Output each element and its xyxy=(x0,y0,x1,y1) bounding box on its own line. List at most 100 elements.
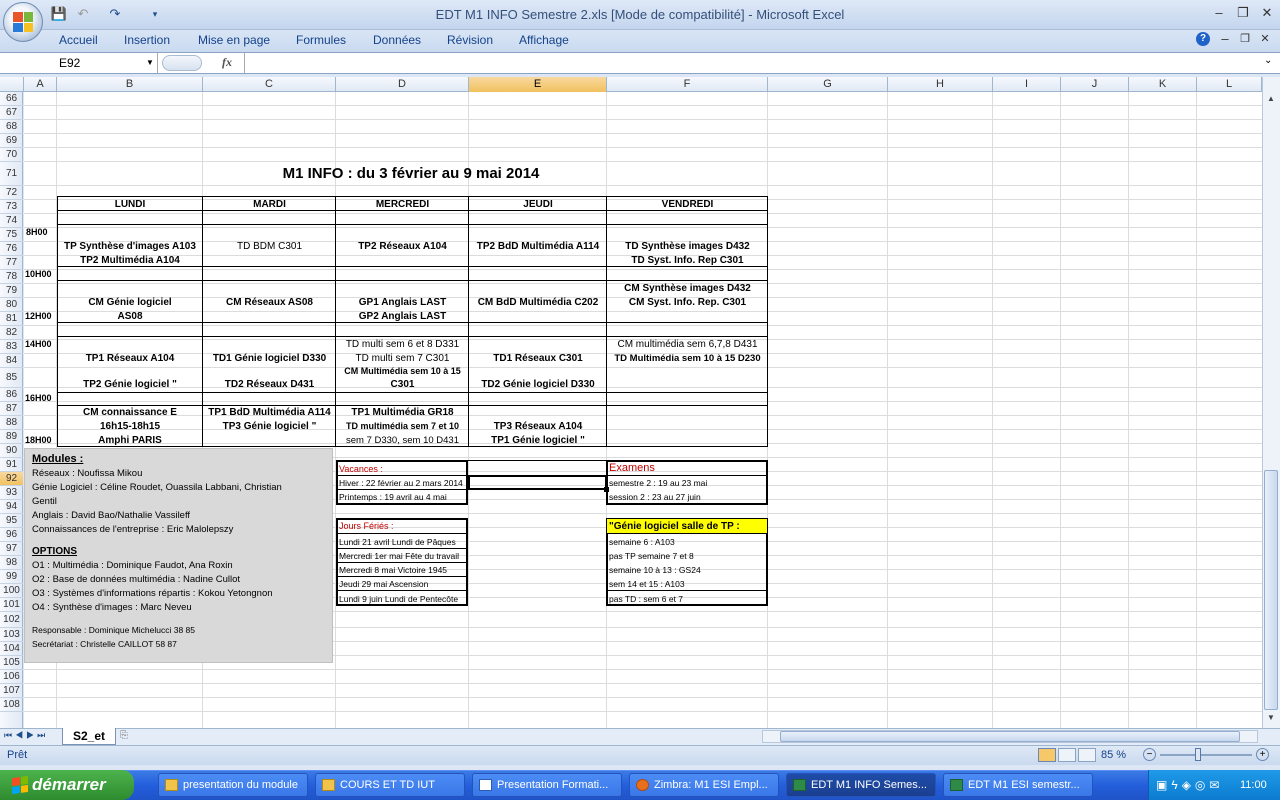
row-header[interactable]: 98 xyxy=(0,556,23,570)
name-box[interactable]: E92 xyxy=(1,53,158,73)
scroll-up-icon[interactable]: ▲ xyxy=(1263,94,1279,108)
row-header[interactable]: 78 xyxy=(0,270,23,284)
tab-donnees[interactable]: Données xyxy=(373,33,421,47)
selected-cell-e92[interactable] xyxy=(468,475,607,490)
normal-view-icon[interactable] xyxy=(1038,748,1056,762)
row-header[interactable]: 106 xyxy=(0,670,23,684)
col-header-h[interactable]: H xyxy=(888,77,993,92)
row-header[interactable]: 101 xyxy=(0,598,23,612)
taskbar-item-edt-info[interactable]: EDT M1 INFO Semes... xyxy=(786,773,936,797)
tab-insertion[interactable]: Insertion xyxy=(124,33,170,47)
row-header[interactable]: 80 xyxy=(0,298,23,312)
row-header[interactable]: 104 xyxy=(0,642,23,656)
row-header[interactable]: 85 xyxy=(0,368,23,388)
taskbar-item-zimbra[interactable]: Zimbra: M1 ESI Empl... xyxy=(629,773,779,797)
row-header[interactable]: 73 xyxy=(0,200,23,214)
row-header[interactable]: 92 xyxy=(0,472,23,486)
close-button[interactable]: ✕ xyxy=(1254,4,1280,22)
row-header[interactable]: 96 xyxy=(0,528,23,542)
row-header[interactable]: 90 xyxy=(0,444,23,458)
row-header[interactable]: 99 xyxy=(0,570,23,584)
col-header-j[interactable]: J xyxy=(1061,77,1129,92)
col-header-i[interactable]: I xyxy=(993,77,1061,92)
row-header[interactable]: 75 xyxy=(0,228,23,242)
insert-function-button[interactable]: fx xyxy=(222,55,232,70)
row-header[interactable]: 89 xyxy=(0,430,23,444)
taskbar-item-cours-td[interactable]: COURS ET TD IUT xyxy=(315,773,465,797)
row-header[interactable]: 103 xyxy=(0,628,23,642)
row-header[interactable]: 108 xyxy=(0,698,23,712)
col-header-l[interactable]: L xyxy=(1197,77,1262,92)
row-header[interactable]: 105 xyxy=(0,656,23,670)
col-header-c[interactable]: C xyxy=(203,77,336,92)
row-header[interactable]: 93 xyxy=(0,486,23,500)
row-header[interactable]: 95 xyxy=(0,514,23,528)
zoom-in-icon[interactable]: + xyxy=(1256,748,1269,761)
row-header[interactable]: 67 xyxy=(0,106,23,120)
page-layout-icon[interactable] xyxy=(1058,748,1076,762)
scroll-down-icon[interactable]: ▼ xyxy=(1263,713,1279,727)
day-header-mercredi: MERCREDI xyxy=(375,199,430,210)
office-button[interactable] xyxy=(3,2,43,42)
maximize-button[interactable]: ❐ xyxy=(1230,4,1256,22)
row-header[interactable]: 77 xyxy=(0,256,23,270)
taskbar-item-edt-esi[interactable]: EDT M1 ESI semestr... xyxy=(943,773,1093,797)
formula-input[interactable] xyxy=(244,53,1262,73)
col-header-k[interactable]: K xyxy=(1129,77,1197,92)
help-icon[interactable]: ? xyxy=(1196,32,1210,46)
col-header-d[interactable]: D xyxy=(336,77,469,92)
row-header[interactable]: 84 xyxy=(0,354,23,368)
course-cell: TP3 Réseaux A104 xyxy=(493,421,583,432)
col-header-g[interactable]: G xyxy=(768,77,888,92)
row-header[interactable]: 94 xyxy=(0,500,23,514)
expand-formula-bar-icon[interactable]: ⌄ xyxy=(1264,55,1272,66)
row-header[interactable]: 88 xyxy=(0,416,23,430)
zoom-slider-thumb[interactable] xyxy=(1195,748,1202,761)
taskbar-item-presentation-module[interactable]: presentation du module xyxy=(158,773,308,797)
row-header[interactable]: 83 xyxy=(0,340,23,354)
row-header[interactable]: 97 xyxy=(0,542,23,556)
zoom-out-icon[interactable]: − xyxy=(1143,748,1156,761)
col-header-a[interactable]: A xyxy=(24,77,57,92)
row-header[interactable]: 86 xyxy=(0,388,23,402)
sheet-tab-s2-et[interactable]: S2_et xyxy=(62,728,116,745)
row-header[interactable]: 82 xyxy=(0,326,23,340)
row-header[interactable]: 71 xyxy=(0,162,23,186)
sheet-nav-icon[interactable]: ⏮◀▶⏭ xyxy=(4,730,48,741)
row-header[interactable]: 79 xyxy=(0,284,23,298)
row-header[interactable]: 107 xyxy=(0,684,23,698)
doc-close-button[interactable]: ✕ xyxy=(1252,30,1278,48)
row-header[interactable]: 87 xyxy=(0,402,23,416)
row-header[interactable]: 102 xyxy=(0,612,23,628)
col-header-b[interactable]: B xyxy=(57,77,203,92)
row-header[interactable]: 74 xyxy=(0,214,23,228)
tab-mise-en-page[interactable]: Mise en page xyxy=(198,33,270,47)
row-header[interactable]: 81 xyxy=(0,312,23,326)
tab-revision[interactable]: Révision xyxy=(447,33,493,47)
taskbar-item-presentation-formation[interactable]: Presentation Formati... xyxy=(472,773,622,797)
row-header[interactable]: 66 xyxy=(0,92,23,106)
row-header[interactable]: 72 xyxy=(0,186,23,200)
taskbar-item-label: EDT M1 INFO Semes... xyxy=(811,779,927,791)
row-header[interactable]: 70 xyxy=(0,148,23,162)
row-header[interactable]: 91 xyxy=(0,458,23,472)
zoom-slider[interactable] xyxy=(1160,754,1252,756)
zoom-level[interactable]: 85 % xyxy=(1101,749,1126,761)
vertical-scroll-thumb[interactable] xyxy=(1264,470,1278,710)
col-header-e[interactable]: E xyxy=(469,77,607,92)
tray-icons[interactable]: ▣ϟ◈◎✉ xyxy=(1156,778,1223,792)
tab-affichage[interactable]: Affichage xyxy=(519,33,569,47)
page-break-icon[interactable] xyxy=(1078,748,1096,762)
minimize-button[interactable]: – xyxy=(1206,4,1232,22)
row-header[interactable]: 69 xyxy=(0,134,23,148)
insert-sheet-icon[interactable]: ⎘ xyxy=(120,730,140,743)
horizontal-scroll-thumb[interactable] xyxy=(780,731,1240,742)
tab-formules[interactable]: Formules xyxy=(296,33,346,47)
row-header[interactable]: 100 xyxy=(0,584,23,598)
tab-accueil[interactable]: Accueil xyxy=(59,33,98,47)
row-header[interactable]: 76 xyxy=(0,242,23,256)
row-header[interactable]: 68 xyxy=(0,120,23,134)
select-all-corner[interactable] xyxy=(0,77,24,92)
col-header-f[interactable]: F xyxy=(607,77,768,92)
name-box-dropdown-icon[interactable]: ▼ xyxy=(146,58,154,67)
